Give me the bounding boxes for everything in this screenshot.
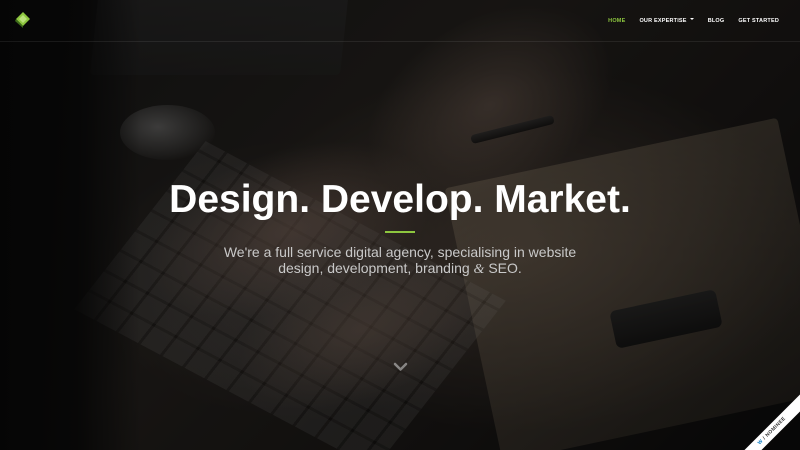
hero-subline-ampersand: &: [473, 262, 485, 277]
nav-our-expertise-label: OUR EXPERTISE: [639, 17, 687, 24]
headline-divider: [385, 231, 415, 233]
hero-subline: We're a full service digital agency, spe…: [200, 244, 600, 278]
hero-subline-line-2-start: design, development, branding: [278, 260, 474, 276]
hero-subline-line-2-end: SEO.: [484, 260, 522, 276]
hero-headline: Design. Develop. Market.: [169, 178, 631, 221]
badge-label: NOMINEE: [764, 415, 788, 439]
nav-our-expertise[interactable]: OUR EXPERTISE: [632, 17, 700, 24]
nav-home[interactable]: HOME: [601, 18, 632, 24]
hero-section: HOME OUR EXPERTISE BLOG GET STARTED Desi…: [0, 0, 800, 450]
diamond-logo-icon[interactable]: [14, 11, 32, 29]
nav-blog[interactable]: BLOG: [701, 18, 732, 24]
nominee-badge: W / NOMINEE: [740, 391, 800, 450]
caret-down-icon: [689, 17, 694, 20]
main-nav: HOME OUR EXPERTISE BLOG GET STARTED: [601, 0, 786, 41]
site-header: HOME OUR EXPERTISE BLOG GET STARTED: [0, 0, 800, 42]
hero-subline-line-1: We're a full service digital agency, spe…: [223, 244, 577, 260]
nav-get-started[interactable]: GET STARTED: [731, 18, 786, 24]
hero-content: Design. Develop. Market. We're a full se…: [0, 0, 800, 450]
chevron-down-icon[interactable]: [393, 360, 408, 372]
awwwards-nominee-ribbon[interactable]: W / NOMINEE: [740, 390, 800, 450]
